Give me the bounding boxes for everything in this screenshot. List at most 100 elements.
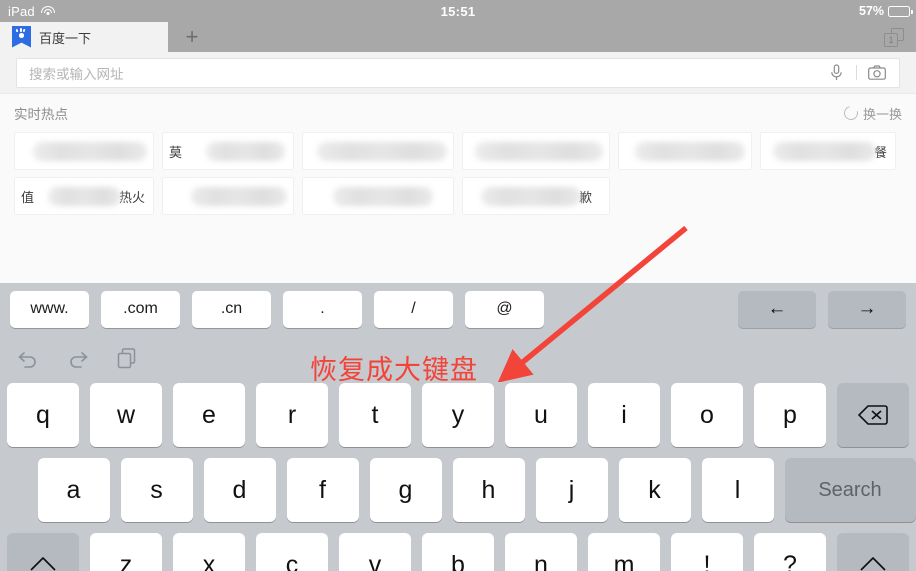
- refresh-hot-topics-button[interactable]: 换一换: [841, 103, 902, 123]
- cursor-left-key[interactable]: ←: [738, 290, 816, 328]
- key-t[interactable]: t: [339, 383, 411, 447]
- redacted-text-blob: [48, 186, 121, 206]
- redacted-text-blob: [206, 141, 285, 161]
- hot-topic-item[interactable]: [302, 177, 454, 215]
- key-question[interactable]: ?: [754, 533, 826, 571]
- tab-count-button[interactable]: 1: [884, 28, 904, 47]
- keyboard-shortcut-row: www. .com .cn. / @ ← →: [0, 283, 916, 335]
- key-b[interactable]: b: [422, 533, 494, 571]
- hot-topic-item[interactable]: [162, 177, 294, 215]
- status-bar: iPad 15:51 57%: [0, 0, 916, 22]
- shortcut-key-com[interactable]: .com: [101, 290, 180, 328]
- key-k[interactable]: k: [618, 458, 691, 522]
- shortcut-key-cn[interactable]: .cn: [192, 290, 271, 328]
- refresh-label: 换一换: [862, 106, 902, 122]
- keyboard-row-bottom: z x c v b n m!?: [0, 533, 916, 571]
- hot-topic-label: 莫: [169, 144, 183, 160]
- key-c[interactable]: c: [256, 533, 328, 571]
- key-z[interactable]: z: [90, 533, 162, 571]
- shortcut-key-[interactable]: .: [283, 290, 362, 328]
- shortcut-key-www[interactable]: www.: [10, 290, 89, 328]
- paste-icon[interactable]: [116, 347, 140, 371]
- key-exclamation[interactable]: !: [671, 533, 743, 571]
- hot-topic-item[interactable]: 餐: [760, 132, 896, 170]
- annotation-text: 恢复成大键盘: [310, 355, 478, 386]
- search-key[interactable]: Search: [784, 458, 916, 522]
- keyboard-row-spacer: [1, 458, 27, 522]
- key-s[interactable]: s: [120, 458, 193, 522]
- browser-tab-title: 百度一下: [39, 30, 92, 46]
- backspace-key[interactable]: [837, 383, 909, 447]
- key-h[interactable]: h: [452, 458, 525, 522]
- icon-divider: [856, 65, 857, 80]
- cursor-arrow-keys: ← →: [738, 290, 906, 328]
- redacted-text-blob: [635, 141, 745, 161]
- redacted-text-blob: [191, 186, 287, 206]
- shift-key-right[interactable]: [837, 533, 909, 571]
- page-content: 实时热点 换一换 莫餐 值热火歉: [0, 93, 916, 283]
- hot-topics-grid: 莫餐 值热火歉: [0, 132, 916, 215]
- hot-topics-row: 莫餐: [14, 132, 902, 170]
- key-d[interactable]: d: [203, 458, 276, 522]
- browser-tab[interactable]: 百度一下: [0, 22, 168, 52]
- address-bar-container: 搜索或输入网址: [0, 52, 916, 93]
- redacted-text-blob: [481, 186, 581, 206]
- key-j[interactable]: j: [535, 458, 608, 522]
- shortcut-key-[interactable]: /: [374, 290, 453, 328]
- key-w[interactable]: w: [90, 383, 162, 447]
- key-u[interactable]: u: [505, 383, 577, 447]
- microphone-icon[interactable]: [826, 63, 846, 83]
- key-y[interactable]: y: [422, 383, 494, 447]
- onscreen-keyboard: www. .com .cn. / @ ← → q w e r t y u i o…: [0, 283, 916, 571]
- address-bar-icons: [826, 63, 887, 83]
- hot-topic-item[interactable]: [302, 132, 454, 170]
- redo-icon[interactable]: [66, 347, 90, 371]
- redacted-text-blob: [317, 141, 447, 161]
- status-bar-right: 57%: [859, 4, 916, 18]
- hot-topic-item[interactable]: [462, 132, 610, 170]
- key-v[interactable]: v: [339, 533, 411, 571]
- key-x[interactable]: x: [173, 533, 245, 571]
- tab-count-label: 1: [884, 33, 898, 47]
- key-l[interactable]: l: [701, 458, 774, 522]
- keyboard-row-qwerty: qwertyuiop: [0, 383, 916, 447]
- keyboard-row-home: a s d f g h j k l Search: [0, 458, 916, 522]
- key-a[interactable]: a: [37, 458, 110, 522]
- redacted-text-blob: [475, 141, 603, 161]
- shortcut-key-[interactable]: @: [465, 290, 544, 328]
- baidu-paw-logo-icon: [12, 25, 31, 48]
- hot-topic-item[interactable]: 歉: [462, 177, 610, 215]
- address-input-placeholder[interactable]: 搜索或输入网址: [29, 63, 826, 83]
- key-q[interactable]: q: [7, 383, 79, 447]
- shift-key-left[interactable]: [7, 533, 79, 571]
- undo-icon[interactable]: [16, 347, 40, 371]
- hot-topics-header: 实时热点 换一换: [0, 94, 916, 132]
- key-g[interactable]: g: [369, 458, 442, 522]
- redacted-text-blob: [33, 141, 147, 161]
- hot-topic-label: 值: [21, 189, 35, 205]
- battery-icon: [888, 5, 913, 17]
- key-e[interactable]: e: [173, 383, 245, 447]
- key-r[interactable]: r: [256, 383, 328, 447]
- key-o[interactable]: o: [671, 383, 743, 447]
- key-p[interactable]: p: [754, 383, 826, 447]
- camera-icon[interactable]: [867, 63, 887, 83]
- redacted-text-blob: [773, 141, 876, 161]
- hot-topics-row: 值 热火 歉: [14, 177, 902, 215]
- key-n[interactable]: n: [505, 533, 577, 571]
- hot-topic-label: 热火: [118, 189, 145, 205]
- cursor-right-key[interactable]: →: [828, 290, 906, 328]
- key-f[interactable]: f: [286, 458, 359, 522]
- hot-topic-item[interactable]: [14, 132, 154, 170]
- status-bar-clock: 15:51: [440, 3, 476, 19]
- browser-tab-bar: 百度一下 + 1: [0, 22, 916, 52]
- new-tab-button[interactable]: +: [168, 22, 216, 52]
- ipad-browser-screen: iPad 15:51 57% 百度一下 + 1 搜索或输入网址 实时热点 换一换…: [0, 0, 916, 571]
- key-i[interactable]: i: [588, 383, 660, 447]
- address-bar[interactable]: 搜索或输入网址: [16, 57, 900, 88]
- key-m[interactable]: m: [588, 533, 660, 571]
- hot-topic-item[interactable]: [618, 132, 752, 170]
- hot-topic-item[interactable]: 值 热火: [14, 177, 154, 215]
- refresh-icon: [841, 103, 861, 123]
- hot-topic-item[interactable]: 莫: [162, 132, 294, 170]
